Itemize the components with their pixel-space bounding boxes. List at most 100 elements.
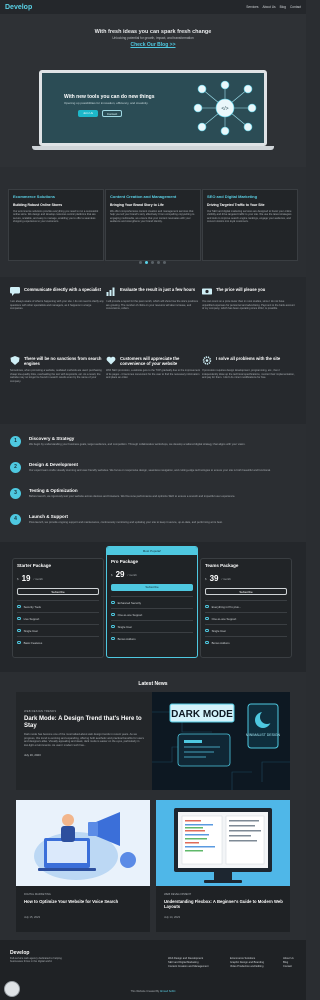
price-period: / month xyxy=(221,576,231,581)
pricing-plan-pro: Most Popular! Pro Package $ 29 / month S… xyxy=(106,546,198,658)
carousel-dot[interactable] xyxy=(163,261,166,264)
footer-link[interactable]: Video Production and Editing xyxy=(230,965,264,969)
subscribe-button[interactable]: Subscribe xyxy=(111,584,193,591)
footer-link[interactable]: Content Creation and Management xyxy=(168,965,209,969)
card-title: Bringing Your Brand Story to Life xyxy=(110,203,164,207)
author-link[interactable]: Ahmed Sobhi xyxy=(160,990,176,993)
join-button[interactable]: Join Us xyxy=(78,110,98,117)
step-title: Discovery & Strategy xyxy=(29,436,75,441)
card-category: SEO and Digital Marketing xyxy=(207,194,258,199)
services-carousel: Ecommerce Solutions Building Robust Onli… xyxy=(0,167,306,277)
popular-badge: Most Popular! xyxy=(107,547,197,555)
feature-title: There will be no sanctions from search e… xyxy=(24,356,102,366)
list-item: Everything in Pro plus... xyxy=(205,600,287,612)
plan-price: $ 39 / month xyxy=(205,574,287,583)
pricing-plan-starter: Starter Package $ 19 / month Subscribe S… xyxy=(12,558,104,658)
site-badge-icon[interactable] xyxy=(4,981,20,997)
feature-text: You can count on a price lower than in m… xyxy=(202,300,295,311)
carousel-dot[interactable] xyxy=(139,261,142,264)
plan-name: Teams Package xyxy=(205,563,239,568)
feature-title: Evaluate the result in just a few hours xyxy=(120,287,196,292)
footer-link[interactable]: Contact xyxy=(283,965,294,969)
main-nav: Services About Us Blog Contact xyxy=(246,5,301,9)
feature-list: Enhanced Security One-to-one Support Sin… xyxy=(111,596,193,644)
contact-button[interactable]: Contact xyxy=(102,110,122,117)
price-amount: 29 xyxy=(115,570,125,579)
footer-logo[interactable]: Develop xyxy=(10,950,29,956)
feature-label: Basic Features xyxy=(23,640,43,645)
hero-subtitle: Unlocking potential for growth, impact, … xyxy=(112,36,194,40)
footer-description: Full-service web agency dedicated to hel… xyxy=(10,957,62,964)
svg-text:DARK MODE: DARK MODE xyxy=(171,709,233,720)
card-title: Building Robust Online Stores xyxy=(13,203,63,207)
currency: $ xyxy=(111,572,113,577)
feature-title: Communicate directly with a specialist xyxy=(24,287,102,292)
svg-text:MINIMALIST DESIGN: MINIMALIST DESIGN xyxy=(246,733,281,737)
step-number: 3 xyxy=(10,488,21,499)
nav-about[interactable]: About Us xyxy=(262,5,275,9)
site-logo[interactable]: Develop xyxy=(5,4,32,11)
list-item: Single User xyxy=(17,624,99,636)
step-text: We begin by understanding your business … xyxy=(29,443,246,446)
feature-label: Live Support xyxy=(23,616,40,621)
article-title[interactable]: Dark Mode: A Design Trend that's Here to… xyxy=(24,716,144,730)
subscribe-button[interactable]: Subscribe xyxy=(17,588,99,595)
network-icon: </> xyxy=(193,80,257,136)
carousel-dot-active[interactable] xyxy=(145,261,148,264)
nav-contact[interactable]: Contact xyxy=(290,5,301,9)
flexbox-image xyxy=(156,800,290,886)
featured-article[interactable]: WEB DESIGN TRENDS Dark Mode: A Design Tr… xyxy=(16,692,290,790)
plan-name: Starter Package xyxy=(17,563,52,568)
check-icon xyxy=(111,636,115,641)
article-excerpt: Dark mode has become one of the most tal… xyxy=(24,733,144,747)
flexbox-illustration xyxy=(156,800,290,886)
list-item: Enhanced Security xyxy=(111,596,193,608)
check-icon xyxy=(205,616,209,621)
page: Develop Services About Us Blog Contact W… xyxy=(0,0,306,1000)
service-card[interactable]: Content Creation and Management Bringing… xyxy=(105,189,201,261)
site-footer: Develop Full-service web agency dedicate… xyxy=(0,940,306,1000)
step-number: 2 xyxy=(10,462,21,473)
article-date: July 14, 2023 xyxy=(164,916,180,919)
news-card[interactable]: DIGITAL MARKETING How to Optimize Your W… xyxy=(16,800,150,932)
carousel-dot[interactable] xyxy=(157,261,160,264)
news-heading: Latest News xyxy=(138,681,168,687)
list-item: Bonus Addons xyxy=(111,632,193,644)
feature-label: One-to-one Support xyxy=(117,612,143,617)
laptop-illustration: With new tools you can do new things Ope… xyxy=(39,70,267,146)
article-date: July 16, 2023 xyxy=(24,753,41,758)
news-card[interactable]: WEB DEVELOPMENT Understanding Flexbox: A… xyxy=(156,800,290,932)
card-category: Ecommerce Solutions xyxy=(13,194,56,199)
article-category: WEB DESIGN TRENDS xyxy=(24,710,57,713)
nav-services[interactable]: Services xyxy=(246,5,258,9)
nav-blog[interactable]: Blog xyxy=(280,5,286,9)
service-card[interactable]: SEO and Digital Marketing Driving Target… xyxy=(202,189,298,261)
card-text: Our ecommerce solutions provide everythi… xyxy=(13,210,99,224)
feature-text: I am always aware of what is happening w… xyxy=(10,300,104,311)
article-title[interactable]: Understanding Flexbox: A Beginner's Guid… xyxy=(164,899,284,909)
list-item: Live Support xyxy=(17,612,99,624)
list-item: One-to-one Support xyxy=(205,612,287,624)
step-number: 1 xyxy=(10,436,21,447)
check-icon xyxy=(17,616,21,621)
subscribe-button[interactable]: Subscribe xyxy=(205,588,287,595)
dark-mode-illustration: DARK MODE MINIMALIST DESIGN xyxy=(152,692,290,790)
laptop-subtitle: Opening up possibilities for innovation,… xyxy=(64,101,149,105)
currency: $ xyxy=(17,576,19,581)
carousel-dots xyxy=(139,261,166,264)
feature-label: Security Tools xyxy=(23,604,41,609)
news-section: Latest News WEB DESIGN TRENDS Dark Mode:… xyxy=(0,672,306,940)
check-icon xyxy=(111,624,115,629)
gear-icon xyxy=(202,356,212,365)
svg-text:</>: </> xyxy=(221,106,228,112)
service-card[interactable]: Ecommerce Solutions Building Robust Onli… xyxy=(8,189,104,261)
feature-text: I will provide a report for the past mon… xyxy=(106,300,199,311)
check-icon xyxy=(205,628,209,633)
carousel-dot[interactable] xyxy=(151,261,154,264)
blog-link[interactable]: Check Our Blog >> xyxy=(0,42,306,48)
features-section: Communicate directly with a specialist I… xyxy=(0,277,306,424)
article-title[interactable]: How to Optimize Your Website for Voice S… xyxy=(24,899,144,904)
process-steps: 1 Discovery & Strategy We begin by under… xyxy=(0,424,306,542)
article-category: DIGITAL MARKETING xyxy=(24,893,51,896)
money-icon xyxy=(202,288,212,295)
